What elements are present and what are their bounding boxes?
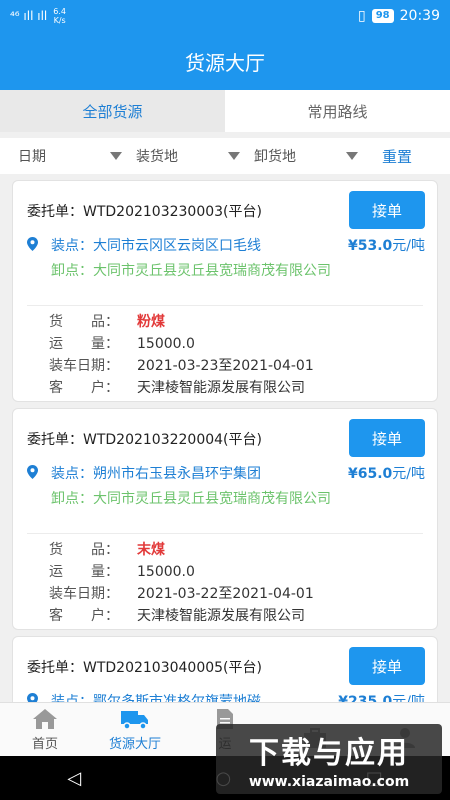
location-pin-icon (27, 465, 38, 479)
signal-icon: ⁴⁶ ıll ıll (10, 9, 48, 23)
order-number: 委托单：WTD202103220004(平台) (27, 432, 262, 448)
dropdown-arrow-icon (110, 152, 122, 160)
network-speed: 6.4 K/s (53, 7, 66, 25)
detail-goods: 货 品： 粉煤 (49, 314, 165, 330)
back-icon[interactable]: ◁ (67, 768, 81, 789)
status-bar: ⁴⁶ ıll ıll 6.4 K/s ▯ 98 20:39 (0, 0, 450, 32)
reset-button[interactable]: 重置 (382, 146, 412, 167)
detail-customer: 客 户： 天津棱智能源发展有限公司 (49, 380, 305, 396)
loading-point: 装点：鄂尔多斯市准格尔旗蒙地磁 (51, 694, 261, 702)
cargo-list[interactable]: 委托单：WTD202103230003(平台) 接单 装点：大同市云冈区云岗区口… (0, 174, 450, 702)
accept-order-button[interactable]: 接单 (349, 419, 425, 457)
freight-price: ¥65.0元/吨 (347, 466, 425, 482)
detail-volume: 运 量： 15000.0 (49, 336, 195, 352)
order-number: 委托单：WTD202103230003(平台) (27, 204, 262, 220)
filter-unloading-place[interactable]: 卸货地 (254, 146, 372, 166)
unloading-point: 卸点：大同市灵丘县灵丘县宽瑞商茂有限公司 (51, 263, 331, 279)
freight-price: ¥235.0元/吨 (338, 694, 425, 702)
cargo-card[interactable]: 委托单：WTD202103230003(平台) 接单 装点：大同市云冈区云岗区口… (12, 180, 438, 402)
tab-common-routes[interactable]: 常用路线 (225, 90, 450, 132)
watermark-logo: 下载与应用 www.xiazaimao.com (216, 724, 442, 794)
filter-date[interactable]: 日期 (18, 146, 136, 166)
dropdown-arrow-icon (228, 152, 240, 160)
dropdown-arrow-icon (346, 152, 358, 160)
order-number: 委托单：WTD202103040005(平台) (27, 660, 262, 676)
location-pin-icon (27, 237, 38, 251)
truck-icon (121, 711, 148, 730)
cargo-details: 货 品： 粉煤 运 量： 15000.0 装车日期： 2021-03-23至2021-… (49, 311, 314, 399)
detail-goods: 货 品： 末煤 (49, 542, 165, 558)
cargo-details: 货 品： 末煤 运 量： 15000.0 装车日期： 2021-03-22至2021-… (49, 539, 314, 627)
source-tabs: 全部货源 常用路线 (0, 90, 450, 132)
page-title: 货源大厅 (0, 32, 450, 90)
loading-point: 装点：朔州市右玉县永昌环宇集团 (51, 466, 261, 482)
filter-bar: 日期 装货地 卸货地 重置 (0, 138, 450, 174)
filter-loading-place[interactable]: 装货地 (136, 146, 254, 166)
cargo-card[interactable]: 委托单：WTD202103040005(平台) 接单 装点：鄂尔多斯市准格尔旗蒙… (12, 636, 438, 702)
location-pin-icon (27, 693, 38, 702)
divider (27, 533, 423, 534)
home-icon (33, 709, 57, 729)
detail-loading-date: 装车日期： 2021-03-23至2021-04-01 (49, 358, 314, 374)
freight-price: ¥53.0元/吨 (347, 238, 425, 254)
tab-all-sources[interactable]: 全部货源 (0, 90, 225, 132)
battery-icon: 98 (371, 9, 394, 23)
bottom-tab-home[interactable]: 首页 (0, 703, 90, 756)
cargo-card[interactable]: 委托单：WTD202103220004(平台) 接单 装点：朔州市右玉县永昌环宇… (12, 408, 438, 630)
clock: 20:39 (399, 8, 440, 24)
divider (27, 305, 423, 306)
detail-volume: 运 量： 15000.0 (49, 564, 195, 580)
accept-order-button[interactable]: 接单 (349, 191, 425, 229)
accept-order-button[interactable]: 接单 (349, 647, 425, 685)
bottom-tab-cargo-hall[interactable]: 货源大厅 (90, 703, 180, 756)
detail-customer: 客 户： 天津棱智能源发展有限公司 (49, 608, 305, 624)
unloading-point: 卸点：大同市灵丘县灵丘县宽瑞商茂有限公司 (51, 491, 331, 507)
loading-point: 装点：大同市云冈区云岗区口毛线 (51, 238, 261, 254)
vibrate-icon: ▯ (358, 8, 366, 24)
detail-loading-date: 装车日期： 2021-03-22至2021-04-01 (49, 586, 314, 602)
